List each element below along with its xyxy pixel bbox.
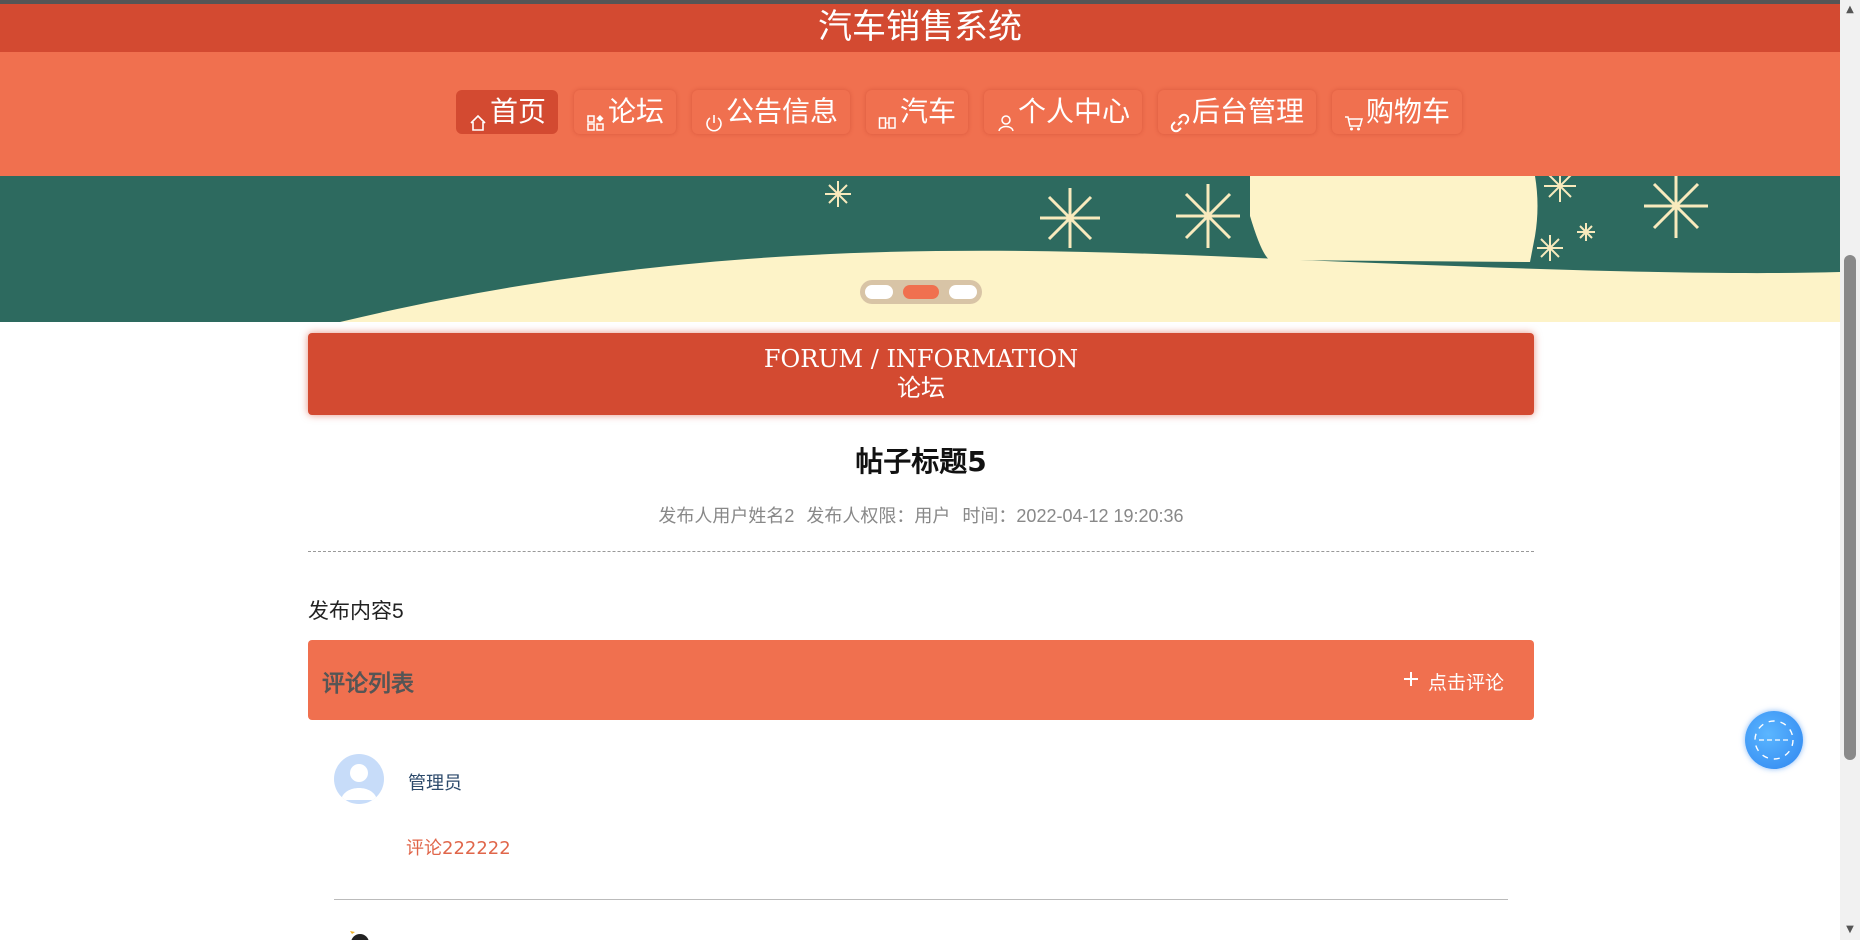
section-title-cn: 论坛 [897, 374, 945, 402]
scroll-up-arrow-icon[interactable]: ▲ [1840, 0, 1860, 20]
car-icon [878, 102, 898, 129]
comment-text: 评论222222 [406, 838, 511, 859]
post-content: 发布内容5 [308, 600, 404, 623]
banner-carousel[interactable] [0, 176, 1840, 322]
add-comment-label: 点击评论 [1427, 673, 1504, 694]
avatar [348, 928, 370, 940]
avatar [334, 754, 384, 804]
section-title-en: FORUM / INFORMATION [763, 345, 1079, 373]
post-title: 帖子标题5 [855, 445, 987, 478]
comment-list-title: 评论列表 [322, 671, 414, 697]
section-header: FORUM / INFORMATION 论坛 [308, 333, 1534, 415]
user-icon [996, 102, 1016, 132]
nav-bar: 首页 论坛 公告信息 汽车 个人中心 后台管理 购物车 [0, 52, 1840, 176]
comment-list-header: 评论列表 点击评论 [308, 640, 1534, 720]
add-comment-button[interactable]: 点击评论 [1402, 668, 1504, 695]
carousel-dot-1[interactable] [865, 285, 893, 299]
nav-item-cart[interactable]: 购物车 [1332, 90, 1463, 134]
nav-item-home[interactable]: 首页 [455, 90, 558, 134]
nav-item-label: 首页 [489, 95, 546, 128]
nav-item-label: 后台管理 [1192, 95, 1305, 128]
penguin-avatar-icon [350, 931, 369, 940]
floating-action-button[interactable] [1745, 711, 1803, 769]
cart-icon [1344, 102, 1364, 131]
link-icon [1170, 102, 1190, 133]
page-scrollbar[interactable]: ▲ ▼ [1840, 0, 1860, 940]
carousel-indicators [860, 280, 982, 304]
carousel-dot-3[interactable] [949, 285, 977, 299]
top-header: 汽车销售系统 [0, 0, 1840, 52]
nav-item-personal[interactable]: 个人中心 [984, 90, 1143, 134]
post-author: 发布人用户姓名2 [658, 506, 795, 526]
nav-item-label: 汽车 [899, 95, 956, 128]
home-icon [468, 102, 488, 131]
comment-user: 管理员 [408, 773, 462, 794]
nav-item-admin[interactable]: 后台管理 [1158, 90, 1317, 134]
nav-item-car[interactable]: 汽车 [865, 90, 968, 134]
post-meta: 发布人用户姓名2 发布人权限：用户 时间：2022-04-12 19:20:36 [308, 502, 1534, 528]
dashed-ring-icon [1754, 720, 1794, 760]
nav-item-label: 论坛 [607, 95, 664, 128]
post-divider [308, 551, 1534, 552]
nav-item-notice[interactable]: 公告信息 [691, 90, 850, 134]
main-nav: 首页 论坛 公告信息 汽车 个人中心 后台管理 购物车 [0, 90, 1840, 134]
scroll-down-arrow-icon[interactable]: ▼ [1840, 920, 1860, 940]
scrollbar-thumb[interactable] [1844, 255, 1856, 760]
app-title: 汽车销售系统 [818, 7, 1022, 47]
grid-icon [586, 102, 606, 131]
default-avatar-icon [341, 764, 377, 800]
nav-item-forum[interactable]: 论坛 [573, 90, 676, 134]
carousel-dot-2[interactable] [903, 285, 939, 299]
plus-icon [1402, 670, 1420, 694]
nav-item-label: 公告信息 [725, 95, 838, 128]
nav-item-label: 购物车 [1366, 95, 1451, 128]
post-role: 发布人权限：用户 [806, 506, 951, 526]
post-time: 时间：2022-04-12 19:20:36 [962, 506, 1184, 526]
power-icon [704, 102, 724, 132]
nav-item-label: 个人中心 [1018, 95, 1131, 128]
comment-divider [334, 899, 1508, 900]
